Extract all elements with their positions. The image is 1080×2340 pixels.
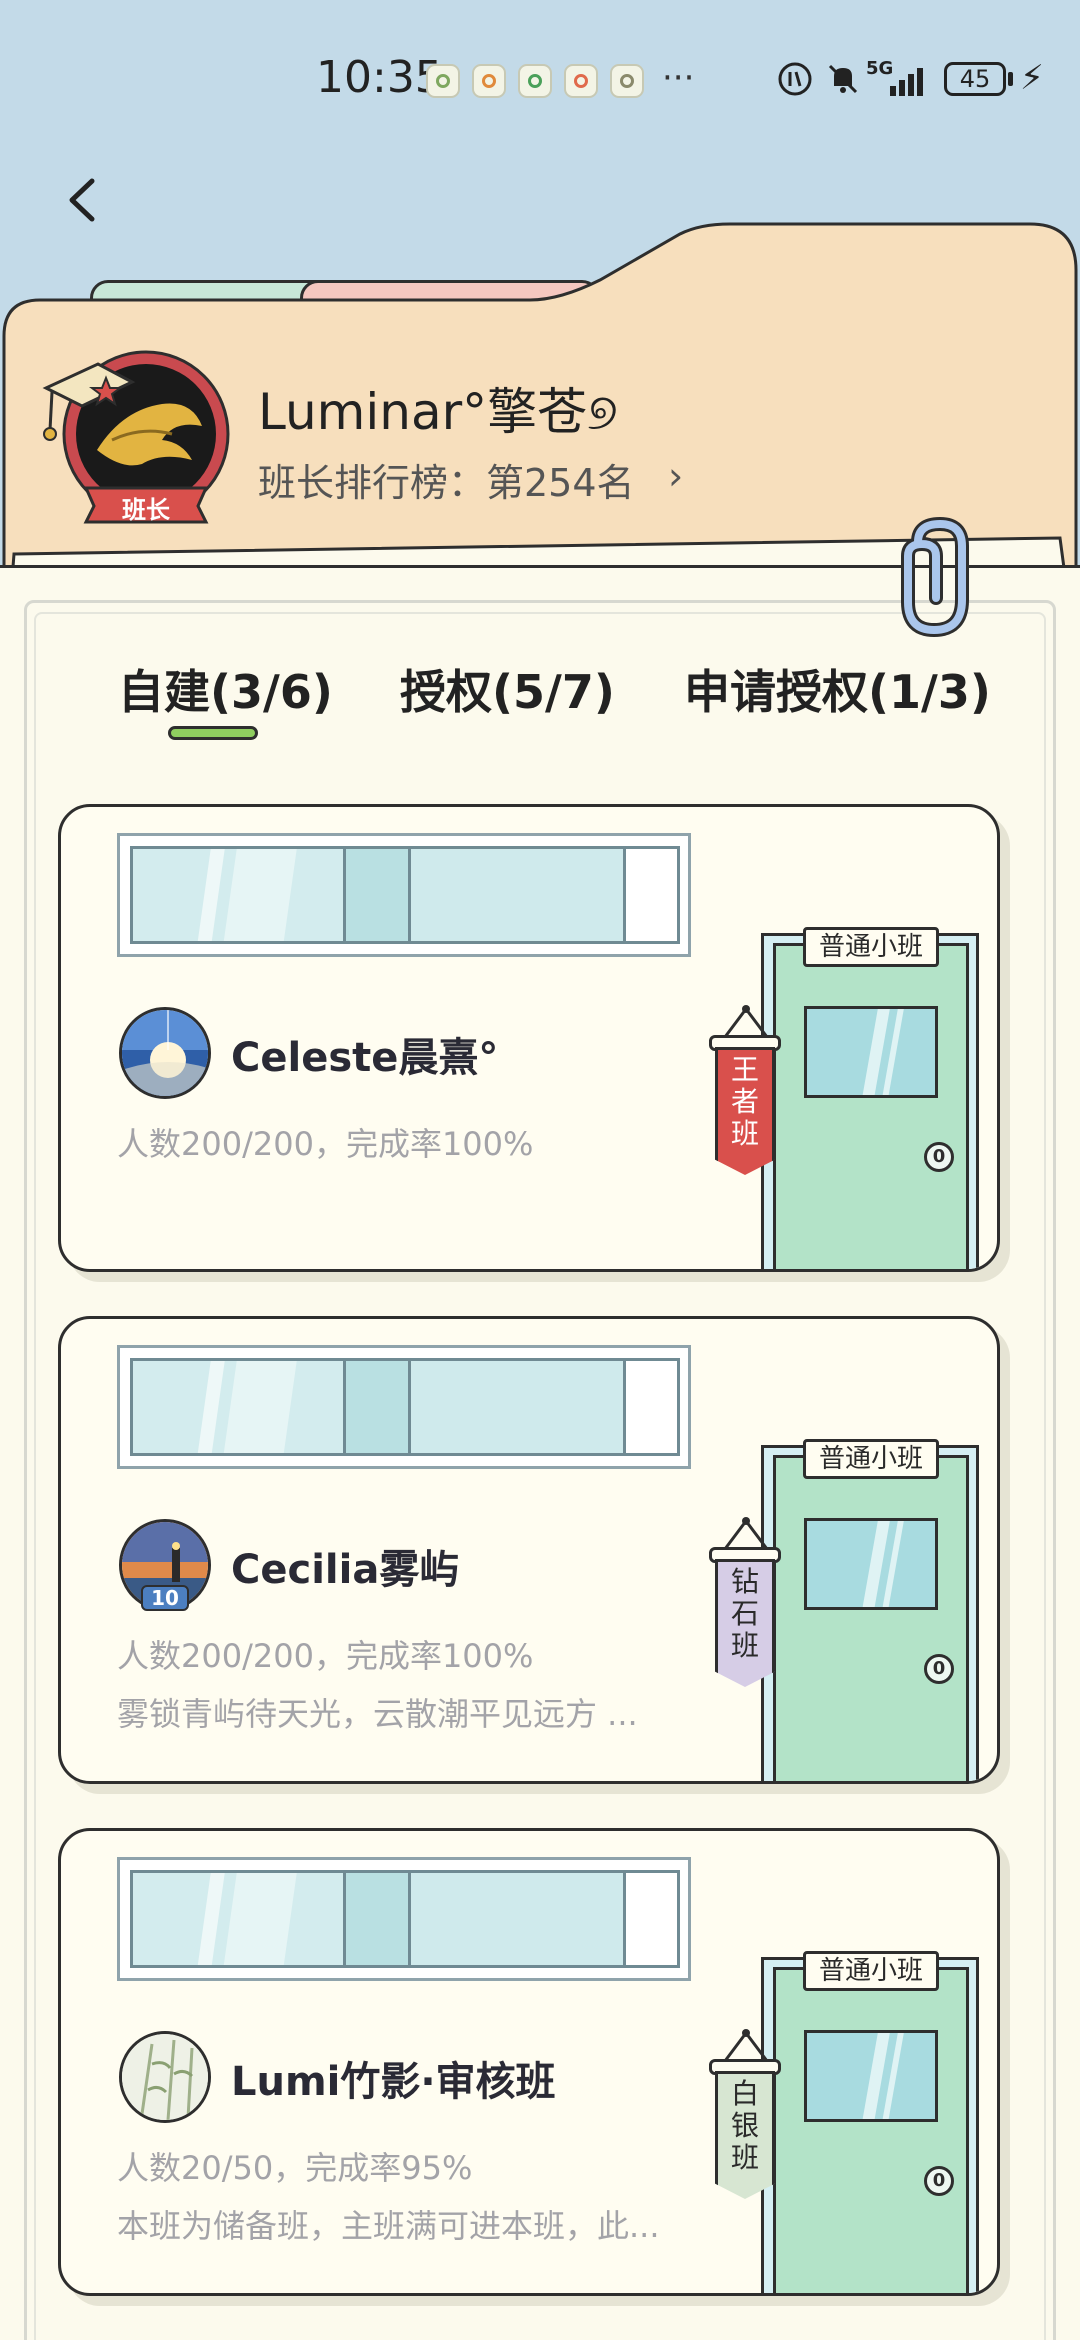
class-tier-banner: 钻 石 班 — [715, 1559, 775, 1687]
battery-tip — [1008, 72, 1013, 86]
class-card[interactable]: Celeste晨熹° 人数200/200，完成率100% 0 普通小班 王 者 … — [58, 804, 1000, 1272]
class-door: 0 — [773, 1967, 969, 2293]
status-time: 10:35 — [316, 52, 443, 103]
chevron-left-icon — [69, 178, 95, 222]
class-stats: 人数200/200，完成率100% — [117, 1637, 534, 1675]
door-sign: 普通小班 — [803, 927, 939, 967]
battery-indicator: 45 — [944, 62, 1006, 96]
class-name: Lumi竹影·审核班 — [231, 2059, 556, 2105]
monitor-rank-link[interactable]: 班长排行榜：第254名 — [258, 452, 635, 507]
classroom-window-decoration — [117, 1345, 691, 1469]
class-description: 本班为储备班，主班满可进本班，此... — [117, 2207, 660, 2245]
notification-icon — [472, 64, 506, 98]
notification-icon — [426, 64, 460, 98]
status-bar: 10:35 ··· 5G 45 ⚡ — [0, 0, 1080, 140]
banner-hanger — [723, 1005, 769, 1038]
data-saver-icon — [778, 62, 812, 96]
classroom-window-decoration — [117, 833, 691, 957]
class-stats: 人数20/50，完成率95% — [117, 2149, 473, 2187]
mute-icon — [828, 64, 858, 94]
class-door: 0 — [773, 943, 969, 1269]
class-avatar — [119, 2031, 211, 2123]
door-sign: 普通小班 — [803, 1951, 939, 1991]
active-tab-indicator — [168, 726, 258, 740]
door-knob: 0 — [924, 2166, 954, 2196]
monitor-badge-label: 班长 — [122, 496, 170, 524]
class-description: 雾锁青屿待天光，云散潮平见远方 ... — [117, 1695, 638, 1733]
door-knob: 0 — [924, 1142, 954, 1172]
classroom-window-decoration — [117, 1857, 691, 1981]
notification-icon — [518, 64, 552, 98]
banner-hanger — [723, 1517, 769, 1550]
class-avatar — [119, 1007, 211, 1099]
class-card[interactable]: Lumi竹影·审核班 人数20/50，完成率95% 本班为储备班，主班满可进本班… — [58, 1828, 1000, 2296]
notification-icon — [564, 64, 598, 98]
class-card[interactable]: 10 Cecilia雾屿 人数200/200，完成率100% 雾锁青屿待天光，云… — [58, 1316, 1000, 1784]
class-name: Celeste晨熹° — [231, 1035, 499, 1081]
door-knob: 0 — [924, 1654, 954, 1684]
class-door: 0 — [773, 1455, 969, 1781]
tab-authorized[interactable]: 授权(5/7) — [400, 656, 615, 722]
avatar-level-badge: 10 — [141, 1585, 189, 1611]
more-notifications-icon: ··· — [662, 58, 695, 98]
notification-icon — [610, 64, 644, 98]
class-tier-banner: 王 者 班 — [715, 1047, 775, 1175]
class-stats: 人数200/200，完成率100% — [117, 1125, 534, 1163]
tab-self-built[interactable]: 自建(3/6) — [118, 656, 333, 722]
user-avatar[interactable]: 班长 — [42, 330, 242, 540]
chevron-right-icon[interactable]: › — [668, 454, 683, 498]
charging-icon: ⚡ — [1020, 58, 1044, 98]
class-name: Cecilia雾屿 — [231, 1547, 460, 1593]
banner-hanger — [723, 2029, 769, 2062]
tab-apply-authorization[interactable]: 申请授权(1/3) — [684, 656, 991, 722]
door-sign: 普通小班 — [803, 1439, 939, 1479]
signal-icon — [890, 68, 923, 96]
class-tier-banner: 白 银 班 — [715, 2071, 775, 2199]
username: Luminar°擎苍୭ — [258, 383, 618, 441]
paperclip-icon — [901, 516, 969, 638]
